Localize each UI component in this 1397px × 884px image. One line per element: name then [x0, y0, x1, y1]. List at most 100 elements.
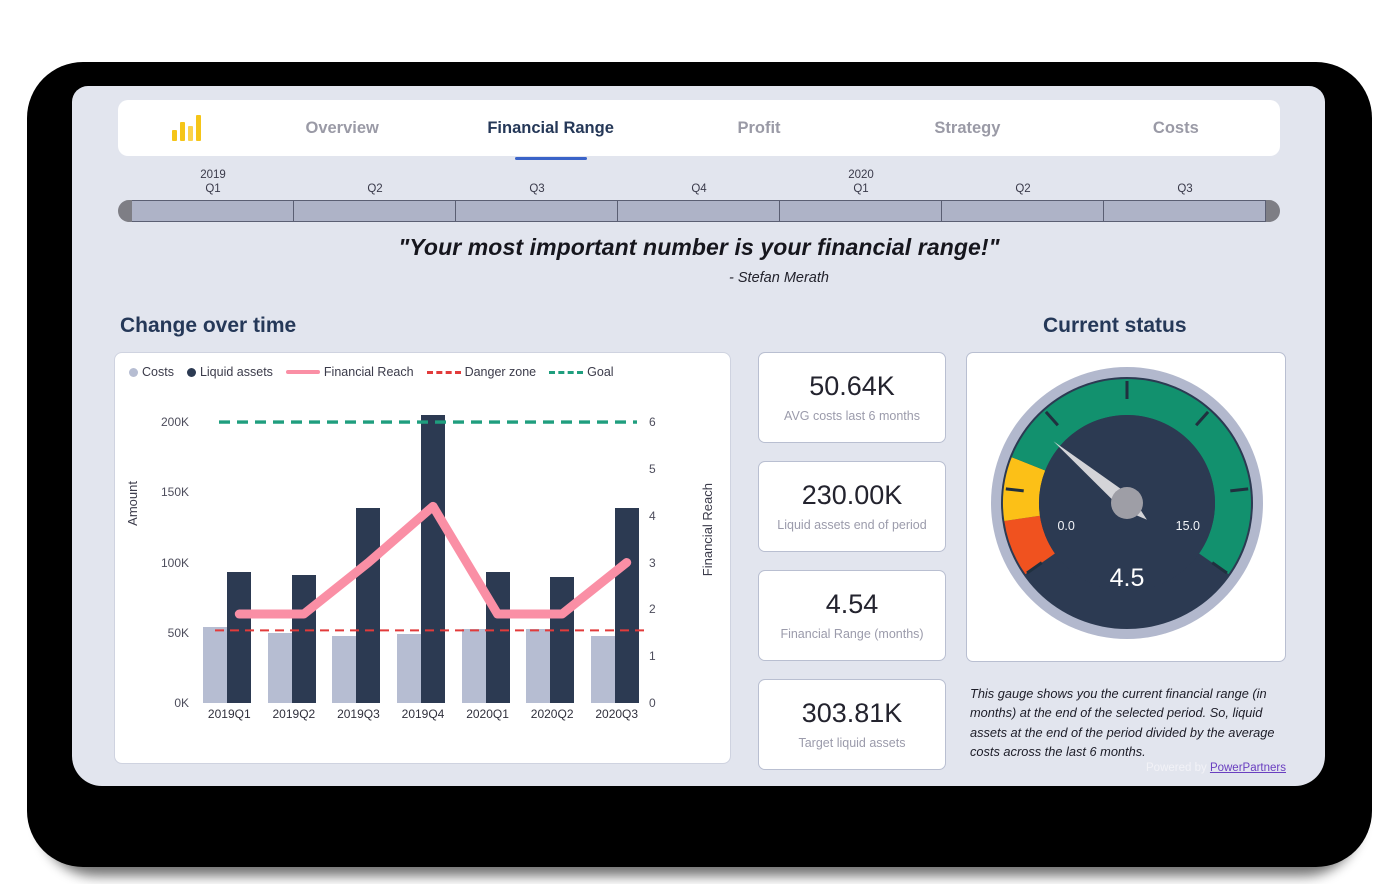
slicer-segment[interactable]	[294, 200, 456, 222]
slicer-tick-year	[1104, 168, 1266, 182]
kpi-card-avg-costs[interactable]: 50.64K AVG costs last 6 months	[758, 352, 946, 443]
y-tick-label: 50K	[167, 625, 189, 640]
slicer-segment[interactable]	[942, 200, 1104, 222]
slicer-tick-year	[294, 168, 456, 182]
bar-costs[interactable]	[397, 634, 421, 703]
change-over-time-chart[interactable]: Costs Liquid assets Financial Reach Danger …	[114, 352, 731, 764]
bar-liquid-assets[interactable]	[614, 507, 639, 703]
gauge-hub	[1111, 487, 1143, 519]
bar-liquid-assets[interactable]	[356, 507, 381, 703]
x-tick-label: 2019Q4	[401, 707, 445, 721]
app-logo[interactable]	[118, 115, 238, 141]
y2-tick-label: 3	[649, 555, 656, 570]
bar-liquid-assets[interactable]	[227, 572, 252, 703]
kpi-card-target-liquid-assets[interactable]: 303.81K Target liquid assets	[758, 679, 946, 770]
bar-costs[interactable]	[332, 635, 357, 703]
kpi-label: Target liquid assets	[798, 735, 906, 750]
x-tick-label: 2019Q1	[207, 707, 251, 721]
kpi-value: 303.81K	[801, 698, 903, 729]
powered-by-footer: Powered by PowerPartners	[966, 762, 1286, 774]
y-axis-ticks: 0K 50K 100K 150K 200K	[141, 389, 189, 765]
bar-costs[interactable]	[526, 628, 551, 703]
slicer-tick: Q3	[1104, 168, 1266, 196]
legend-dashed-line-icon	[426, 370, 461, 374]
gauge-value-label: 4.5	[1110, 564, 1145, 592]
x-tick-label: 2019Q2	[272, 707, 316, 721]
x-tick-label: 2019Q3	[337, 707, 380, 721]
slicer-tick: Q4	[618, 168, 780, 196]
gauge-max-label: 15.0	[1176, 519, 1200, 533]
slicer-track[interactable]	[118, 200, 1280, 222]
nav-item-overview[interactable]: Overview	[238, 100, 446, 156]
bar-costs[interactable]	[461, 628, 486, 703]
slicer-tick-quarter: Q3	[1177, 183, 1193, 195]
bar-costs[interactable]	[203, 627, 228, 703]
gauge-min-label: 0.0	[1057, 519, 1074, 533]
quote-text: "Your most important number is your fina…	[398, 234, 1000, 260]
nav-item-label: Profit	[737, 118, 781, 137]
slicer-tick-year	[456, 168, 618, 182]
legend-label: Danger zone	[464, 365, 537, 379]
quote-author: - Stefan Merath	[729, 270, 829, 286]
y-tick-label: 150K	[160, 485, 189, 500]
kpi-card-financial-range[interactable]: 4.54 Financial Range (months)	[758, 570, 946, 661]
slicer-handle-right[interactable]	[1266, 200, 1280, 222]
kpi-label: Liquid assets end of period	[777, 517, 927, 532]
slicer-tick: 2019 Q1	[132, 168, 294, 196]
slicer-segment[interactable]	[1104, 200, 1266, 222]
x-tick-label: 2020Q2	[530, 707, 574, 721]
quote-block: "Your most important number is your fina…	[118, 234, 1280, 286]
y2-tick-label: 5	[649, 461, 656, 476]
slicer-tick-quarter: Q2	[367, 183, 383, 195]
nav-item-strategy[interactable]: Strategy	[863, 100, 1071, 156]
kpi-card-liquid-assets[interactable]: 230.00K Liquid assets end of period	[758, 461, 946, 552]
nav-item-label: Financial Range	[487, 118, 614, 137]
y-axis-title: Amount	[125, 481, 140, 526]
slicer-tick: Q2	[294, 168, 456, 196]
legend-item-financial-reach[interactable]: Financial Reach	[285, 365, 414, 379]
slicer-segment[interactable]	[618, 200, 780, 222]
legend-label: Financial Reach	[323, 365, 414, 379]
y2-tick-label: 1	[649, 649, 656, 664]
bar-costs[interactable]	[267, 632, 292, 703]
bar-liquid-assets[interactable]	[421, 415, 445, 703]
legend-item-costs[interactable]: Costs	[129, 365, 174, 379]
timeline-slicer[interactable]: 2019 Q1 Q2 Q3 Q4 2020 Q1 Q2 Q3	[118, 164, 1280, 222]
slicer-segment[interactable]	[132, 200, 294, 222]
y-tick-label: 200K	[160, 415, 189, 430]
slicer-tick: 2020 Q1	[780, 168, 942, 196]
slicer-tick-year: 2020	[848, 169, 874, 181]
nav-item-profit[interactable]: Profit	[655, 100, 863, 156]
kpi-value: 50.64K	[809, 371, 895, 402]
slicer-tick-labels: 2019 Q1 Q2 Q3 Q4 2020 Q1 Q2 Q3	[118, 164, 1280, 200]
bar-liquid-assets[interactable]	[485, 572, 510, 703]
slicer-tick-year	[618, 168, 780, 182]
nav-item-costs[interactable]: Costs	[1072, 100, 1280, 156]
slicer-handle-left[interactable]	[118, 200, 132, 222]
y2-axis-title: Financial Reach	[700, 483, 715, 577]
legend-swatch-icon	[186, 367, 196, 377]
legend-item-goal[interactable]: Goal	[549, 365, 614, 379]
slicer-tick-year: 2019	[200, 169, 226, 181]
nav-item-list: Overview Financial Range Profit Strategy Cos…	[238, 100, 1280, 156]
legend-item-liquid-assets[interactable]: Liquid assets	[186, 365, 273, 379]
gauge-card[interactable]: 0.0 15.0 4.5	[966, 352, 1286, 662]
slicer-segment[interactable]	[780, 200, 942, 222]
legend-label: Liquid assets	[199, 365, 273, 379]
slicer-tick-quarter: Q1	[205, 183, 221, 195]
bar-costs[interactable]	[590, 635, 615, 703]
chart-bars	[197, 401, 649, 703]
powerpartners-link[interactable]: PowerPartners	[1210, 762, 1286, 774]
x-axis-labels: 2019Q1 2019Q2 2019Q3 2019Q4 2020Q1 2020Q2 2020…	[197, 707, 649, 727]
bar-liquid-assets[interactable]	[550, 576, 575, 703]
nav-item-financial-range[interactable]: Financial Range	[446, 100, 654, 156]
slicer-segment[interactable]	[456, 200, 618, 222]
section-title-current-status: Current status	[1043, 314, 1187, 337]
chart-legend: Costs Liquid assets Financial Reach Danger …	[129, 365, 622, 379]
legend-item-danger-zone[interactable]: Danger zone	[426, 365, 537, 379]
legend-swatch-icon	[129, 367, 138, 377]
y2-tick-label: 2	[649, 602, 656, 617]
screenshot-root: Overview Financial Range Profit Strategy Cos…	[0, 0, 1397, 884]
bar-liquid-assets[interactable]	[291, 575, 316, 703]
slicer-tick-year	[942, 168, 1104, 182]
